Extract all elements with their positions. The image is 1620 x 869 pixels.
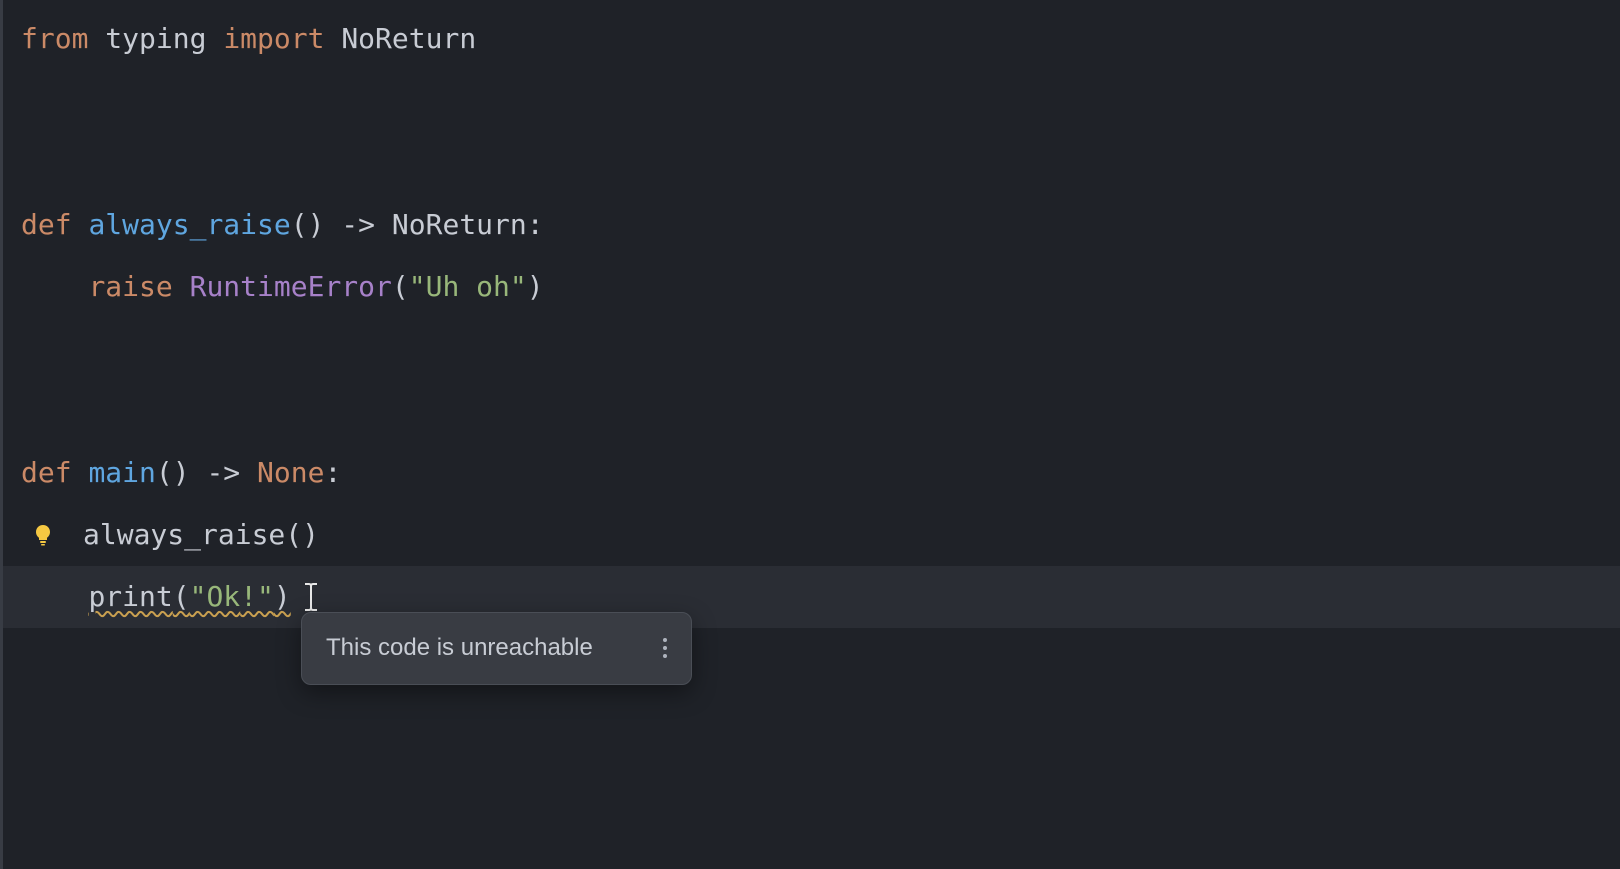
parens: () [291, 208, 325, 241]
parens: () [285, 518, 319, 551]
code-line[interactable] [3, 318, 1620, 380]
open-paren: ( [392, 270, 409, 303]
arrow: -> [190, 456, 257, 489]
keyword-def: def [21, 208, 88, 241]
exception-class: RuntimeError [190, 270, 392, 303]
colon: : [527, 208, 544, 241]
colon: : [324, 456, 341, 489]
code-line-active[interactable]: print("Ok!") [3, 566, 1620, 628]
diagnostic-tooltip: This code is unreachable [301, 612, 692, 685]
string-literal-part: "Ok [190, 580, 241, 613]
code-line[interactable]: from typing import NoReturn [3, 8, 1620, 70]
string-literal: "Uh oh" [409, 270, 527, 303]
module-name: typing [105, 22, 223, 55]
code-line[interactable]: def main() -> None: [3, 442, 1620, 504]
open-paren: ( [173, 580, 190, 613]
indent [21, 580, 88, 613]
function-call: print [88, 580, 172, 613]
code-line[interactable]: always_raise() [3, 504, 1620, 566]
function-call: always_raise [83, 518, 285, 551]
more-vertical-icon[interactable] [663, 638, 667, 658]
imported-name: NoReturn [341, 22, 476, 55]
lightbulb-icon[interactable] [31, 523, 55, 547]
code-line[interactable] [3, 380, 1620, 442]
return-type: NoReturn [392, 208, 527, 241]
parens: () [156, 456, 190, 489]
function-name: main [88, 456, 155, 489]
close-paren: ) [274, 580, 291, 613]
keyword-import: import [223, 22, 341, 55]
function-name: always_raise [88, 208, 290, 241]
tooltip-message: This code is unreachable [326, 631, 593, 666]
indent [21, 270, 88, 303]
close-paren: ) [527, 270, 544, 303]
keyword-from: from [21, 22, 105, 55]
string-literal-part: !" [240, 580, 274, 613]
text-cursor-icon [303, 582, 319, 612]
keyword-def: def [21, 456, 88, 489]
arrow: -> [324, 208, 391, 241]
code-editor[interactable]: from typing import NoReturn def always_r… [3, 8, 1620, 628]
code-line[interactable] [3, 132, 1620, 194]
code-line[interactable]: def always_raise() -> NoReturn: [3, 194, 1620, 256]
return-type: None [257, 456, 324, 489]
code-line[interactable]: raise RuntimeError("Uh oh") [3, 256, 1620, 318]
code-line[interactable] [3, 70, 1620, 132]
keyword-raise: raise [88, 270, 189, 303]
